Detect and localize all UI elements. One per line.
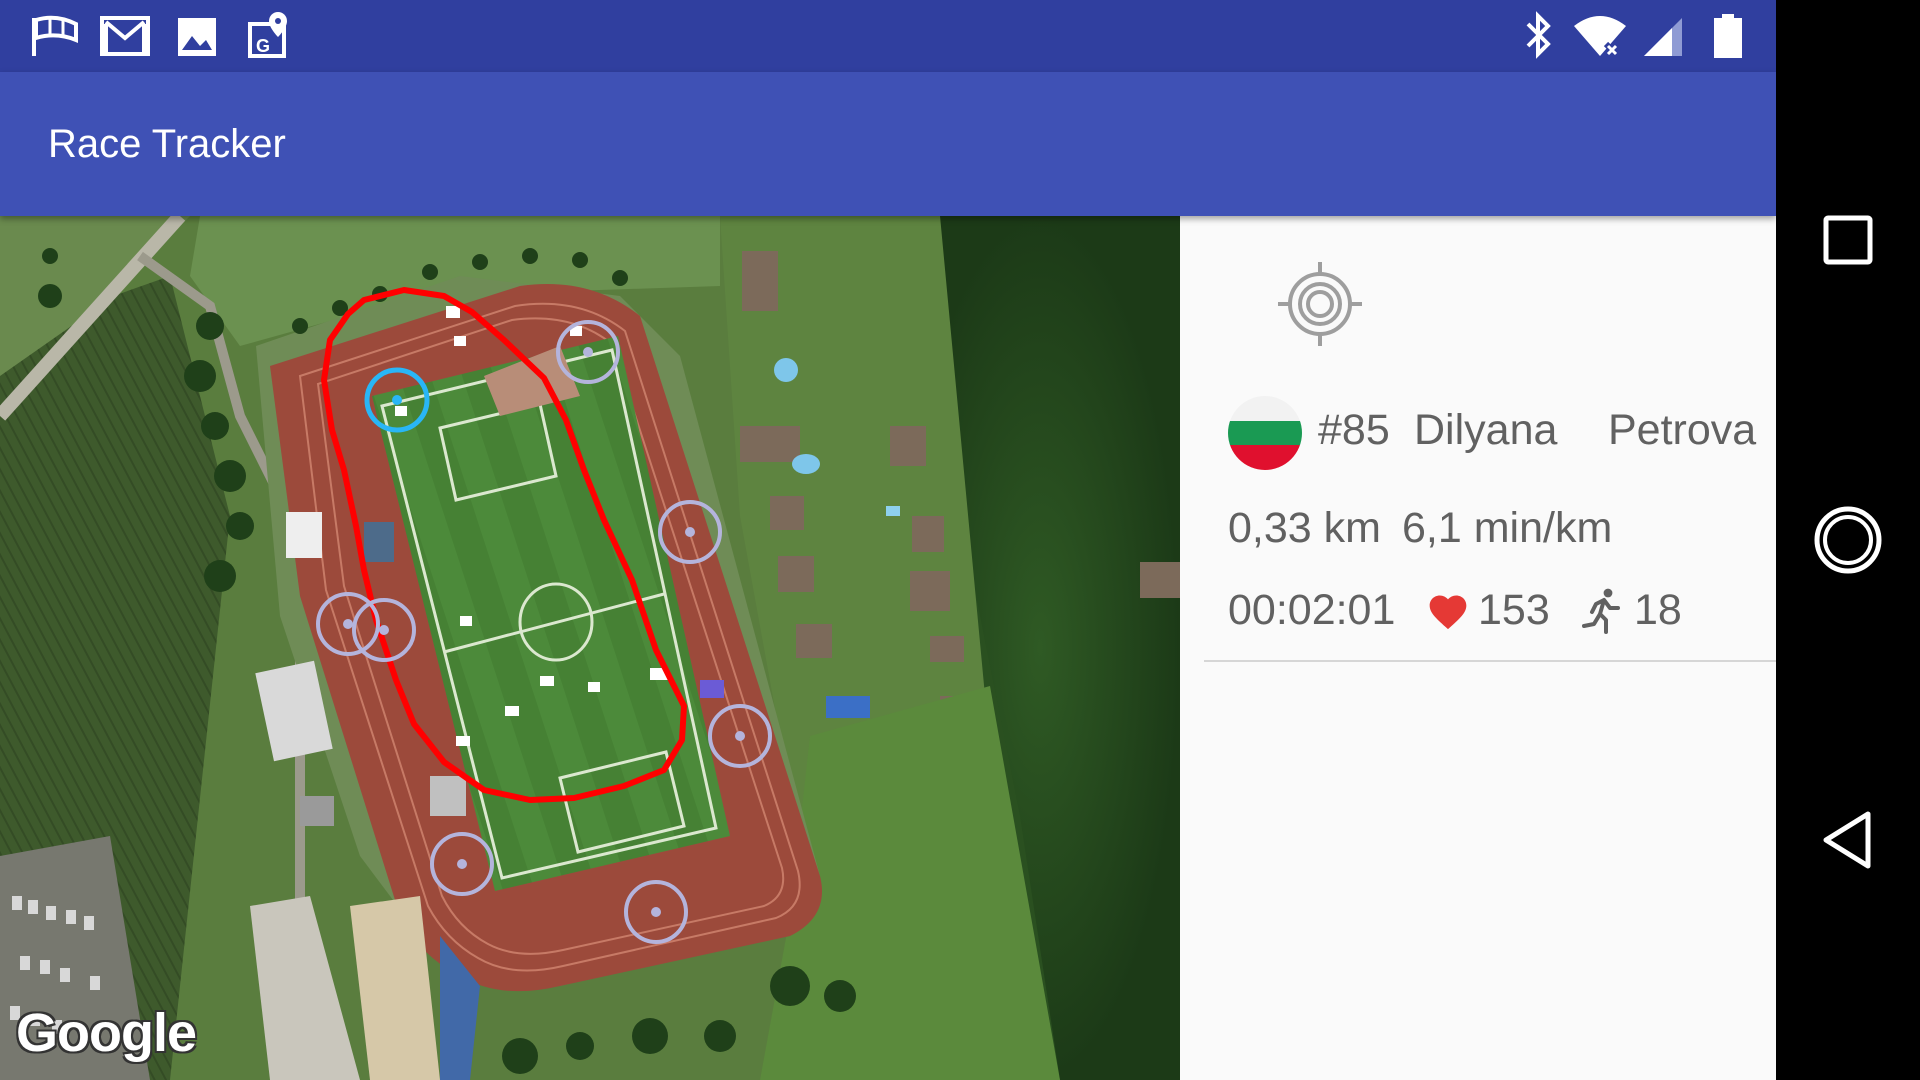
status-bar: G — [0, 0, 1776, 72]
app-title: Race Tracker — [48, 122, 286, 166]
runner-icon — [1582, 588, 1620, 634]
maps-icon: G — [248, 12, 287, 58]
bib-number: #85 — [1318, 406, 1390, 454]
windsock-icon — [32, 15, 78, 56]
wifi-x-icon — [1574, 16, 1626, 57]
cell-signal-icon — [1644, 18, 1682, 56]
athlete-panel: #85 Dilyana Petrova 0,33 km 6,1 min/km 0… — [1180, 216, 1776, 1080]
recents-button[interactable] — [1808, 200, 1888, 280]
gallery-icon — [178, 18, 216, 56]
navigation-bar — [1776, 0, 1920, 1080]
divider — [1204, 660, 1776, 662]
bluetooth-icon — [1526, 11, 1551, 59]
crosshair-target-icon[interactable] — [1272, 256, 1368, 352]
app-bar: Race Tracker — [0, 72, 1776, 216]
home-button[interactable] — [1808, 500, 1888, 580]
satellite-map[interactable]: Google — [0, 216, 1180, 1080]
map-imagery — [0, 216, 1180, 1080]
cadence-value: 18 — [1634, 586, 1682, 634]
battery-icon — [1714, 14, 1742, 58]
athlete-first-name: Dilyana — [1414, 406, 1558, 454]
svg-text:G: G — [256, 36, 270, 56]
heart-rate-value: 153 — [1478, 586, 1550, 634]
heart-icon — [1429, 595, 1467, 630]
google-attribution: Google — [16, 1003, 197, 1063]
bulgaria-flag-icon — [1228, 396, 1302, 470]
athlete-last-name: Petrova — [1608, 406, 1757, 454]
pace-value: 6,1 min/km — [1402, 504, 1613, 552]
gmail-icon — [100, 16, 150, 56]
distance-value: 0,33 km — [1228, 504, 1381, 552]
elapsed-time: 00:02:01 — [1228, 586, 1396, 634]
back-button[interactable] — [1808, 800, 1888, 880]
